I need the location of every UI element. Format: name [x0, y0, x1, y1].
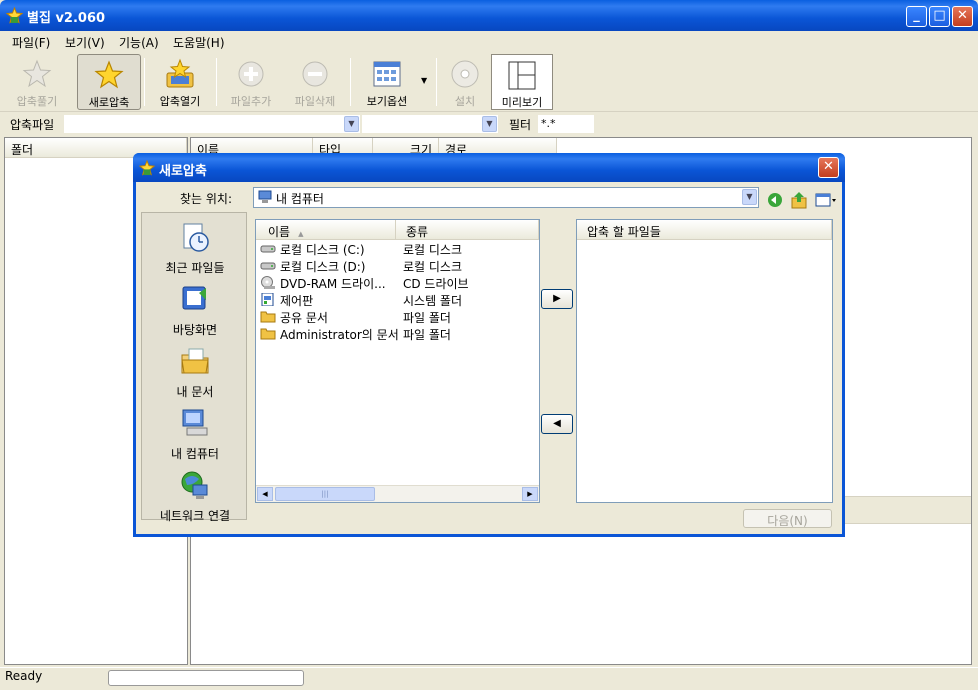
- places-bar: 최근 파일들 바탕화면 내 문서 내 컴퓨터 네트워크 연결: [141, 212, 248, 523]
- disc-icon: [451, 60, 479, 88]
- extract-icon: [22, 59, 52, 88]
- network-icon: [181, 471, 208, 499]
- place-recent[interactable]: 최근 파일들: [142, 221, 248, 275]
- dialog-close-button[interactable]: ✕: [818, 157, 839, 178]
- place-my-documents[interactable]: 내 문서: [142, 345, 248, 399]
- remove-from-list-button[interactable]: ◀: [541, 414, 573, 434]
- toolbar: 압축풀기 새로압축 압축열기 파일추가 파일삭제 보기옵션 ▼ 설치 미리보기: [0, 52, 978, 112]
- open-archive-icon: [166, 58, 194, 88]
- new-archive-dialog: 새로압축 ✕ 찾는 위치: 내 컴퓨터 ▼ 최근 파일들 바탕화면 내 문서 내…: [133, 153, 845, 537]
- new-archive-button[interactable]: 새로압축: [77, 54, 141, 110]
- preview-button[interactable]: 미리보기: [491, 54, 553, 110]
- arrow-left-icon: ◀: [553, 418, 561, 429]
- target-list-header[interactable]: 압축 할 파일들: [577, 220, 832, 240]
- menu-bar: 파일(F) 보기(V) 기능(A) 도움말(H): [0, 31, 978, 52]
- star-icon: [94, 60, 124, 89]
- title-bar: 별집 v2.060 _ □ ✕: [0, 0, 978, 31]
- next-button[interactable]: 다음(N): [743, 509, 832, 528]
- up-folder-icon[interactable]: [791, 191, 807, 209]
- add-icon: [238, 61, 264, 87]
- location-combo[interactable]: 내 컴퓨터 ▼: [253, 187, 759, 208]
- computer-icon: [258, 190, 272, 203]
- status-bar: Ready: [0, 667, 978, 690]
- chevron-down-icon[interactable]: ▼: [482, 116, 497, 132]
- add-to-list-button[interactable]: ▶: [541, 289, 573, 309]
- remove-icon: [302, 61, 328, 87]
- view-grid-icon: [373, 61, 401, 87]
- dialog-title-bar: 새로압축 ✕: [133, 153, 845, 182]
- chevron-down-icon[interactable]: ▼: [742, 189, 757, 205]
- chevron-down-icon[interactable]: ▼: [344, 116, 359, 132]
- target-file-list: 압축 할 파일들: [576, 219, 833, 503]
- archive-path-combo[interactable]: ▼: [64, 115, 360, 133]
- place-network[interactable]: 네트워크 연결: [142, 469, 248, 523]
- delete-file-button[interactable]: 파일삭제: [284, 54, 346, 110]
- preview-pane-icon: [508, 61, 536, 90]
- sort-up-icon: ▲: [298, 230, 304, 238]
- control-panel-icon: [261, 293, 274, 306]
- menu-view[interactable]: 보기(V): [65, 34, 105, 51]
- minimize-button[interactable]: _: [906, 6, 927, 27]
- scroll-thumb[interactable]: |||: [275, 487, 375, 501]
- archive-subpath-combo[interactable]: ▼: [362, 115, 498, 133]
- my-documents-icon: [181, 348, 209, 374]
- place-my-computer[interactable]: 내 컴퓨터: [142, 407, 248, 461]
- back-icon[interactable]: [767, 192, 783, 208]
- minimize-icon: _: [913, 8, 920, 23]
- my-computer-icon: [182, 409, 208, 436]
- recent-files-icon: [183, 223, 209, 252]
- source-file-list: 이름 ▲ 종류 로컬 디스크 (C:) 로컬 디스크 로컬 디스크 (D:) 로컬 디…: [255, 219, 540, 503]
- dvd-icon: [261, 276, 275, 289]
- menu-help[interactable]: 도움말(H): [173, 34, 225, 51]
- desktop-icon: [182, 286, 206, 310]
- status-text: Ready: [5, 669, 43, 683]
- window-title: 별집 v2.060: [27, 11, 106, 26]
- maximize-button[interactable]: □: [929, 6, 950, 27]
- filter-input[interactable]: *.*: [538, 115, 594, 133]
- horizontal-scrollbar[interactable]: ◀ ||| ▶: [256, 485, 539, 502]
- drive-icon: [260, 262, 276, 270]
- open-archive-button[interactable]: 압축열기: [148, 54, 212, 110]
- close-icon: ✕: [957, 8, 968, 23]
- progress-bar: [108, 670, 304, 686]
- dialog-body: 찾는 위치: 내 컴퓨터 ▼ 최근 파일들 바탕화면 내 문서 내 컴퓨터 네트…: [136, 182, 842, 534]
- scroll-left-icon[interactable]: ◀: [257, 487, 273, 501]
- drive-icon: [260, 245, 276, 253]
- add-file-button[interactable]: 파일추가: [220, 54, 282, 110]
- list-column-type[interactable]: 종류: [396, 220, 539, 240]
- close-button[interactable]: ✕: [952, 6, 973, 27]
- dialog-title: 새로압축: [159, 164, 207, 179]
- archive-label: 압축파일: [10, 118, 55, 132]
- filter-label: 필터: [509, 118, 532, 132]
- view-options-dropdown-icon[interactable]: ▼: [421, 76, 427, 85]
- view-options-button[interactable]: 보기옵션: [355, 54, 419, 110]
- location-label: 찾는 위치:: [180, 192, 233, 206]
- extract-button[interactable]: 압축풀기: [4, 54, 70, 110]
- maximize-icon: □: [933, 8, 946, 23]
- place-desktop[interactable]: 바탕화면: [142, 283, 248, 337]
- app-icon: [6, 7, 23, 24]
- menu-file[interactable]: 파일(F): [12, 34, 50, 51]
- install-button[interactable]: 설치: [440, 54, 490, 110]
- app-icon: [139, 160, 155, 176]
- scroll-right-icon[interactable]: ▶: [522, 487, 538, 501]
- folder-icon: [260, 328, 276, 340]
- close-icon: ✕: [823, 159, 834, 174]
- archive-bar: 압축파일 ▼ ▼ 필터 *.*: [0, 113, 978, 135]
- list-column-name[interactable]: 이름 ▲: [256, 220, 396, 240]
- folder-icon: [260, 311, 276, 323]
- view-menu-icon[interactable]: [815, 193, 837, 207]
- menu-function[interactable]: 기능(A): [119, 34, 159, 51]
- arrow-right-icon: ▶: [553, 293, 561, 304]
